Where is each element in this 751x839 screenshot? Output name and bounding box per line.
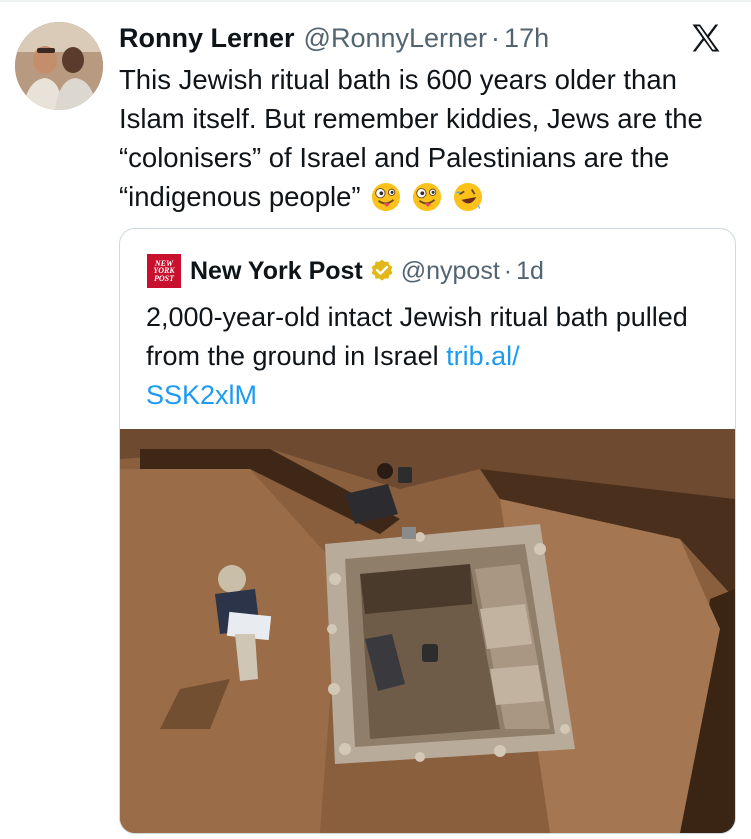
quoted-tweet-card[interactable]: NEW YORK POST New York Post @nypost · 1d 2… <box>119 228 736 834</box>
rolling-on-floor-laughing-emoji-icon <box>453 182 482 212</box>
quoted-tweet-text: 2,000-year-old intact Jewish ritual bath… <box>146 298 706 415</box>
quoted-author-name[interactable]: New York Post <box>190 257 363 286</box>
author-handle[interactable]: @RonnyLerner · 17h <box>304 23 550 54</box>
logo-line-3: POST <box>154 273 174 283</box>
author-name[interactable]: Ronny Lerner <box>119 23 295 54</box>
tweet-header: Ronny Lerner @RonnyLerner · 17h <box>119 18 549 58</box>
separator: · <box>503 256 513 285</box>
quoted-handle: @nypost <box>400 256 500 285</box>
separator: · <box>491 22 501 53</box>
link-part-1: trib.al/ <box>446 341 520 371</box>
new-york-post-logo[interactable]: NEW YORK POST <box>147 254 181 288</box>
top-divider <box>0 0 751 2</box>
excavation-photo[interactable] <box>120 429 735 833</box>
handle-text: @RonnyLerner <box>303 22 488 53</box>
quoted-author-meta[interactable]: @nypost · 1d <box>401 257 544 286</box>
gold-verified-badge-icon <box>371 259 393 281</box>
quoted-tweet-header: NEW YORK POST New York Post @nypost · 1d <box>147 253 544 289</box>
tweet-text: This Jewish ritual bath is 600 years old… <box>119 60 744 216</box>
timestamp[interactable]: 17h <box>504 23 549 53</box>
quoted-body: 2,000-year-old intact Jewish ritual bath… <box>146 302 688 371</box>
x-logo-icon[interactable] <box>689 21 723 55</box>
zany-face-emoji-icon <box>372 182 401 212</box>
zany-face-emoji-icon <box>412 182 441 212</box>
link-part-2: SSK2xlM <box>146 380 258 410</box>
avatar[interactable] <box>15 22 103 110</box>
quoted-timestamp: 1d <box>516 256 544 285</box>
